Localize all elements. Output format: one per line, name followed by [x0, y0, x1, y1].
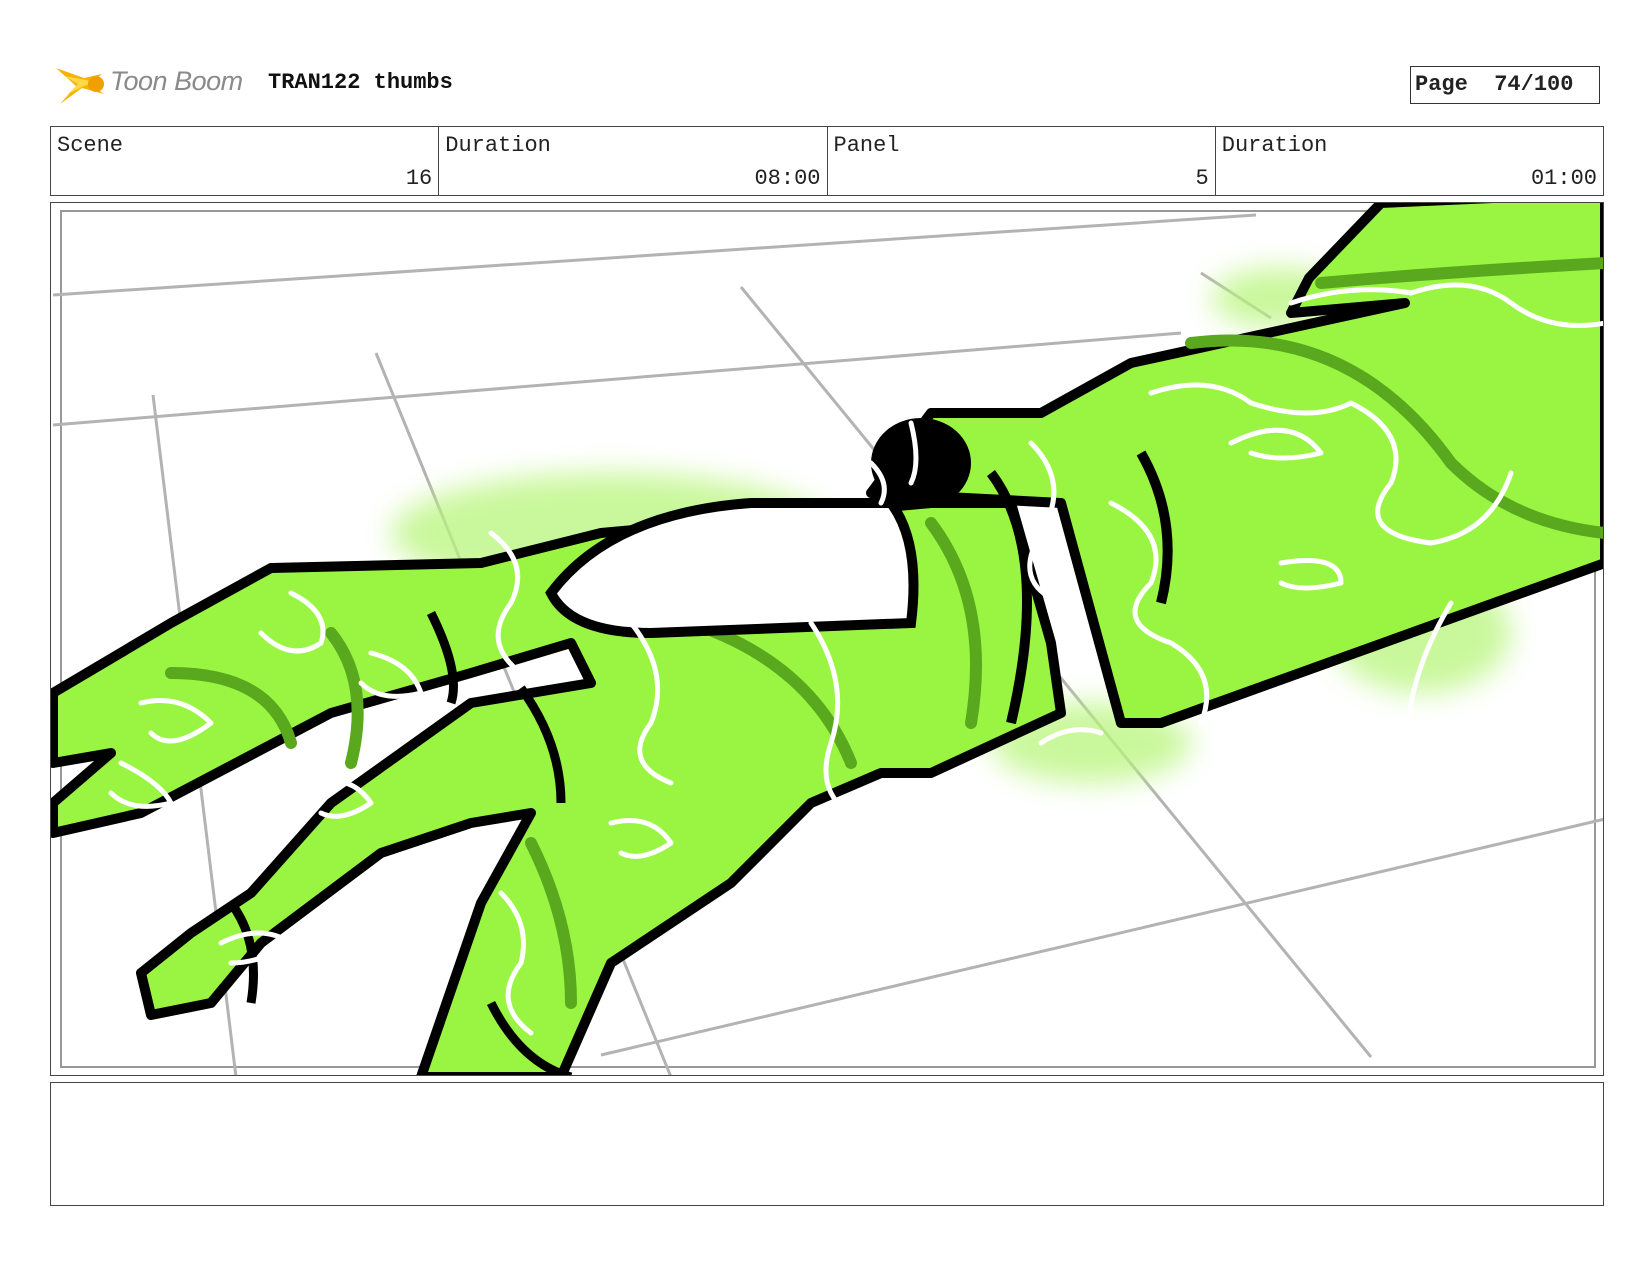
- starburst-icon: [56, 68, 104, 104]
- scene-value: 16: [405, 166, 433, 191]
- panel-cell: Panel 5: [828, 127, 1216, 195]
- page-indicator: Page 74/100: [1410, 66, 1600, 104]
- page-number: 74/100: [1494, 72, 1574, 97]
- scene-duration-cell: Duration 08:00: [439, 127, 828, 195]
- panel-duration-value: 01:00: [1530, 166, 1597, 191]
- toon-boom-logo: Toon Boom: [54, 60, 254, 108]
- panel-info-row: Scene 16 Duration 08:00 Panel 5 Duration…: [50, 126, 1604, 196]
- scene-label: Scene: [57, 133, 124, 158]
- panel-label: Panel: [833, 133, 900, 158]
- alien-hand-drawing: [51, 203, 1603, 1075]
- scene-duration-label: Duration: [445, 133, 551, 158]
- page-label: Page: [1415, 72, 1468, 97]
- scene-cell: Scene 16: [51, 127, 440, 195]
- scene-duration-value: 08:00: [754, 166, 821, 191]
- panel-duration-cell: Duration 01:00: [1216, 127, 1603, 195]
- panel-value: 5: [1195, 166, 1209, 191]
- panel-notes-box[interactable]: [50, 1082, 1604, 1206]
- panel-duration-label: Duration: [1221, 133, 1328, 158]
- storyboard-header: Toon Boom TRAN122 thumbs Page 74/100: [50, 58, 1606, 108]
- document-title: TRAN122 thumbs: [268, 70, 453, 95]
- storyboard-panel-image: [50, 202, 1604, 1076]
- logo-wordmark: Toon Boom: [110, 66, 243, 96]
